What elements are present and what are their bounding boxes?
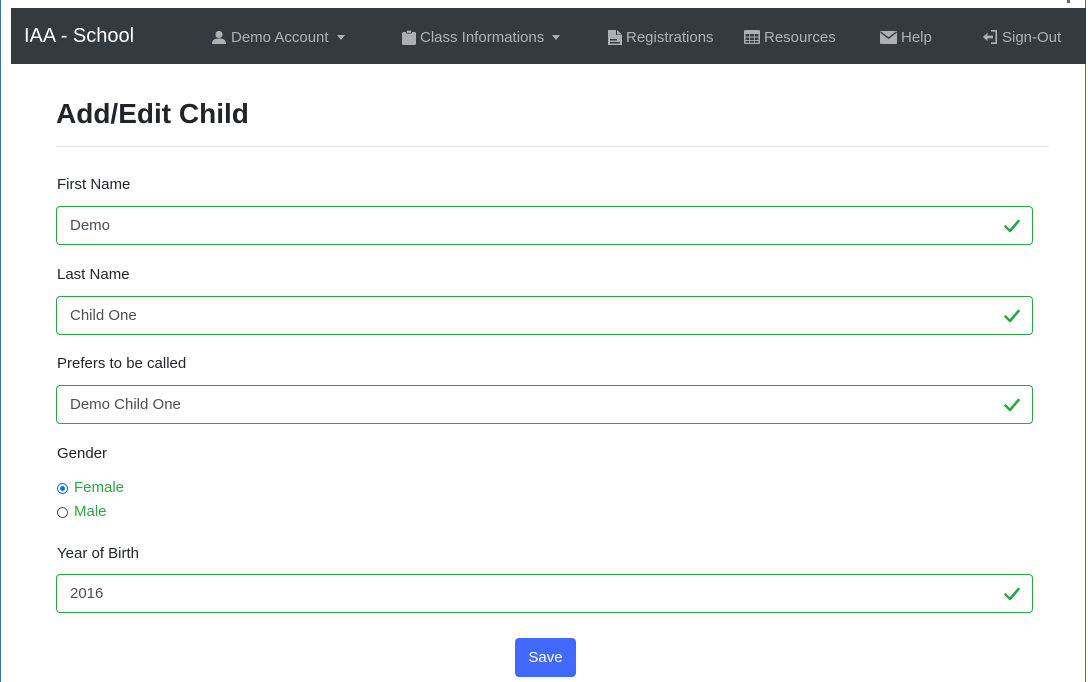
preferred-name-field bbox=[56, 385, 1033, 424]
last-name-label: Last Name bbox=[57, 266, 130, 283]
last-name-input[interactable] bbox=[57, 297, 1032, 334]
year-of-birth-input[interactable] bbox=[57, 575, 1032, 612]
nav-registrations-label: Registrations bbox=[626, 28, 714, 46]
save-button[interactable]: Save bbox=[515, 638, 576, 677]
year-of-birth-label: Year of Birth bbox=[57, 545, 139, 562]
preferred-name-label: Prefers to be called bbox=[57, 355, 187, 372]
year-of-birth-field bbox=[56, 574, 1033, 613]
gender-option-female[interactable]: Female bbox=[57, 479, 124, 497]
top-navbar: IAA - School Demo Account Class Informat… bbox=[11, 8, 1086, 64]
sign-out-icon bbox=[983, 30, 998, 44]
nav-sign-out-label: Sign-Out bbox=[1002, 28, 1062, 46]
chevron-down-icon bbox=[336, 35, 345, 40]
first-name-label: First Name bbox=[57, 176, 131, 193]
nav-resources-label: Resources bbox=[764, 28, 836, 46]
gender-option-male[interactable]: Male bbox=[57, 503, 107, 521]
nav-help[interactable]: Help bbox=[880, 27, 932, 47]
nav-registrations[interactable]: Registrations bbox=[608, 27, 714, 47]
nav-demo-account-label: Demo Account bbox=[231, 28, 329, 46]
nav-resources[interactable]: Resources bbox=[744, 27, 836, 47]
valid-check-icon bbox=[1004, 587, 1020, 601]
preferred-name-input[interactable] bbox=[57, 386, 1032, 423]
file-signature-icon bbox=[608, 29, 622, 45]
page-title: Add/Edit Child bbox=[56, 98, 249, 129]
male-radio[interactable] bbox=[57, 506, 68, 518]
male-radio-label[interactable]: Male bbox=[74, 503, 107, 521]
valid-check-icon bbox=[1004, 398, 1020, 412]
title-divider bbox=[56, 146, 1049, 147]
first-name-field bbox=[56, 206, 1033, 245]
nav-class-informations-label: Class Informations bbox=[420, 28, 545, 46]
nav-help-label: Help bbox=[901, 28, 932, 46]
nav-demo-account[interactable]: Demo Account bbox=[211, 27, 345, 47]
last-name-field bbox=[56, 296, 1033, 335]
female-radio-label[interactable]: Female bbox=[74, 479, 124, 497]
chevron-down-icon bbox=[552, 35, 561, 40]
clipboard-icon bbox=[402, 29, 416, 45]
nav-class-informations[interactable]: Class Informations bbox=[402, 27, 561, 47]
app-window: IAA - School Demo Account Class Informat… bbox=[0, 0, 1086, 682]
brand-link[interactable]: IAA - School bbox=[24, 24, 134, 48]
gender-label: Gender bbox=[57, 445, 108, 462]
female-radio[interactable] bbox=[57, 482, 68, 494]
nav-sign-out[interactable]: Sign-Out bbox=[983, 27, 1061, 47]
user-icon bbox=[211, 30, 227, 45]
valid-check-icon bbox=[1004, 309, 1020, 323]
envelope-icon bbox=[880, 30, 897, 44]
window-marker bbox=[1067, 0, 1070, 3]
table-icon bbox=[744, 30, 760, 44]
first-name-input[interactable] bbox=[57, 207, 1032, 244]
valid-check-icon bbox=[1004, 219, 1020, 233]
